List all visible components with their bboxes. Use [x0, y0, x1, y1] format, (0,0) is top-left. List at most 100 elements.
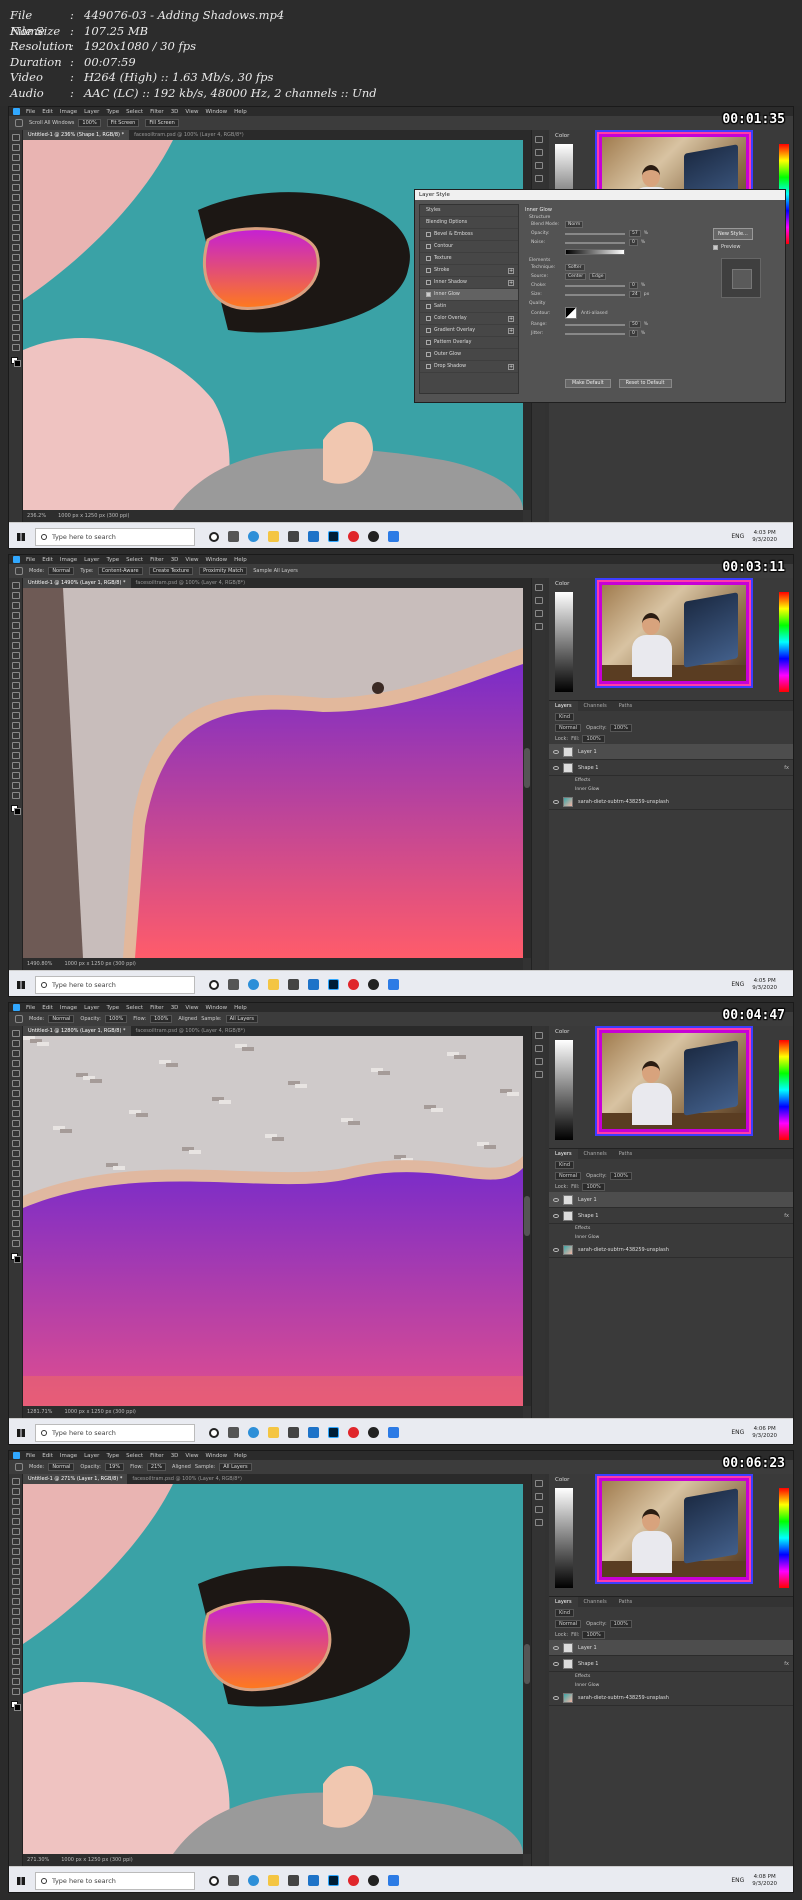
- healing-tool-icon[interactable]: [11, 204, 20, 211]
- option-box1[interactable]: Normal: [48, 1015, 75, 1023]
- adjustments-icon[interactable]: [534, 1071, 543, 1078]
- inner-glow-row[interactable]: Inner Glow: [549, 1233, 793, 1242]
- filter-kind-select[interactable]: Kind: [555, 712, 575, 721]
- option-box4[interactable]: Proximity Match: [199, 567, 248, 575]
- path-select-tool-icon[interactable]: [11, 752, 20, 759]
- add-instance-icon[interactable]: +: [508, 267, 514, 274]
- history-brush-tool-icon[interactable]: [11, 682, 20, 689]
- zoom-level[interactable]: 1281.71%: [27, 1409, 52, 1415]
- clone-stamp-tool-icon[interactable]: [11, 672, 20, 679]
- option-box2[interactable]: Fit Screen: [106, 119, 140, 127]
- menu-layer[interactable]: Layer: [84, 1005, 99, 1011]
- marquee-tool-icon[interactable]: [11, 592, 20, 599]
- crop-tool-icon[interactable]: [11, 1070, 20, 1077]
- type-tool-icon[interactable]: [11, 294, 20, 301]
- cortana-icon[interactable]: [209, 531, 219, 542]
- opacity-field[interactable]: 57: [629, 230, 641, 237]
- eye-icon[interactable]: [553, 1213, 559, 1218]
- edge-icon[interactable]: [248, 1427, 259, 1438]
- tab-paths[interactable]: Paths: [613, 1149, 639, 1159]
- type-tool-icon[interactable]: [11, 1638, 20, 1645]
- option-box1[interactable]: Normal: [48, 1463, 75, 1471]
- menu-window[interactable]: Window: [205, 1453, 227, 1459]
- opera-icon[interactable]: [348, 531, 359, 542]
- more-tool-icon[interactable]: [11, 344, 20, 351]
- tab-untitled-1[interactable]: Untitled-1 @ 236% (Shape 1, RGB/8) *: [23, 130, 130, 140]
- layer-row-shape-1[interactable]: Shape 1 fx: [549, 1208, 793, 1224]
- blur-tool-icon[interactable]: [11, 1608, 20, 1615]
- app-icon[interactable]: [388, 531, 399, 542]
- obs-icon[interactable]: [368, 1875, 379, 1886]
- zoom-level[interactable]: 271.30%: [27, 1857, 49, 1863]
- tab-layers[interactable]: Layers: [549, 701, 578, 711]
- vertical-scrollbar[interactable]: [523, 1484, 531, 1854]
- tab-layers[interactable]: Layers: [549, 1149, 578, 1159]
- eye-icon[interactable]: [553, 1645, 559, 1650]
- scrollbar-thumb[interactable]: [524, 1644, 530, 1684]
- edge-icon[interactable]: [248, 979, 259, 990]
- menu-help[interactable]: Help: [234, 109, 247, 115]
- inner-glow-row[interactable]: Inner Glow: [549, 785, 793, 794]
- menu-type[interactable]: Type: [106, 557, 119, 563]
- photoshop-taskbar-icon[interactable]: [328, 1875, 339, 1886]
- menu-image[interactable]: Image: [60, 1005, 77, 1011]
- option-box3[interactable]: 21%: [146, 1463, 167, 1471]
- checkbox[interactable]: [426, 352, 431, 357]
- store-icon[interactable]: [288, 1875, 299, 1886]
- range-slider[interactable]: [565, 323, 625, 326]
- menu-filter[interactable]: Filter: [150, 109, 164, 115]
- frame-tool-icon[interactable]: [11, 1528, 20, 1535]
- pen-tool-icon[interactable]: [11, 732, 20, 739]
- tab-channels[interactable]: Channels: [578, 1149, 613, 1159]
- edge-icon[interactable]: [248, 531, 259, 542]
- healing-tool-icon[interactable]: [11, 1548, 20, 1555]
- style-item-texture[interactable]: Texture: [420, 253, 518, 265]
- clone-stamp-tool-icon[interactable]: [11, 1120, 20, 1127]
- frame-tool-icon[interactable]: [11, 1080, 20, 1087]
- background-color-swatch[interactable]: [14, 360, 21, 367]
- crop-tool-icon[interactable]: [11, 1518, 20, 1525]
- option-box3[interactable]: 100%: [150, 1015, 173, 1023]
- style-item-satin[interactable]: Satin: [420, 301, 518, 313]
- checkbox[interactable]: [426, 364, 431, 369]
- lasso-tool-icon[interactable]: [11, 1050, 20, 1057]
- history-brush-tool-icon[interactable]: [11, 1578, 20, 1585]
- menu-select[interactable]: Select: [126, 109, 143, 115]
- tab-channels[interactable]: Channels: [578, 1597, 613, 1607]
- menu-view[interactable]: View: [185, 1453, 198, 1459]
- menu-window[interactable]: Window: [205, 1005, 227, 1011]
- zoom-tool-icon[interactable]: [11, 782, 20, 789]
- dodge-tool-icon[interactable]: [11, 722, 20, 729]
- fill-field[interactable]: 100%: [582, 734, 605, 743]
- shape-tool-icon[interactable]: [11, 1210, 20, 1217]
- task-view-icon[interactable]: [228, 531, 239, 542]
- task-view-icon[interactable]: [228, 1875, 239, 1886]
- path-select-tool-icon[interactable]: [11, 304, 20, 311]
- option-box1[interactable]: Normal: [48, 567, 75, 575]
- style-item-pattern-overlay[interactable]: Pattern Overlay: [420, 337, 518, 349]
- dodge-tool-icon[interactable]: [11, 274, 20, 281]
- menu-select[interactable]: Select: [126, 557, 143, 563]
- taskbar-search[interactable]: Type here to search: [35, 527, 195, 546]
- style-item-color-overlay[interactable]: Color Overlay +: [420, 313, 518, 325]
- add-instance-icon[interactable]: +: [508, 363, 514, 370]
- size-slider[interactable]: [565, 293, 625, 296]
- marquee-tool-icon[interactable]: [11, 1488, 20, 1495]
- fx-icon[interactable]: fx: [784, 765, 789, 771]
- tab-untitled-1[interactable]: Untitled-1 @ 1280% (Layer 1, RGB/8) *: [23, 1026, 131, 1036]
- dodge-tool-icon[interactable]: [11, 1618, 20, 1625]
- range-field[interactable]: 50: [629, 321, 641, 328]
- language-indicator[interactable]: ENG: [731, 1429, 744, 1436]
- properties-icon[interactable]: [534, 1493, 543, 1500]
- brush-settings-icon[interactable]: [534, 1058, 543, 1065]
- eye-icon[interactable]: [553, 1695, 559, 1700]
- history-icon[interactable]: [534, 584, 543, 591]
- technique-field[interactable]: Softer: [565, 264, 585, 271]
- source-center-radio[interactable]: Center: [565, 273, 587, 280]
- lasso-tool-icon[interactable]: [11, 602, 20, 609]
- history-icon[interactable]: [534, 136, 543, 143]
- menu-view[interactable]: View: [185, 557, 198, 563]
- layer-row-shape-1[interactable]: Shape 1 fx: [549, 1656, 793, 1672]
- anti-aliased-checkbox[interactable]: Anti-aliased: [581, 311, 615, 316]
- task-view-icon[interactable]: [228, 1427, 239, 1438]
